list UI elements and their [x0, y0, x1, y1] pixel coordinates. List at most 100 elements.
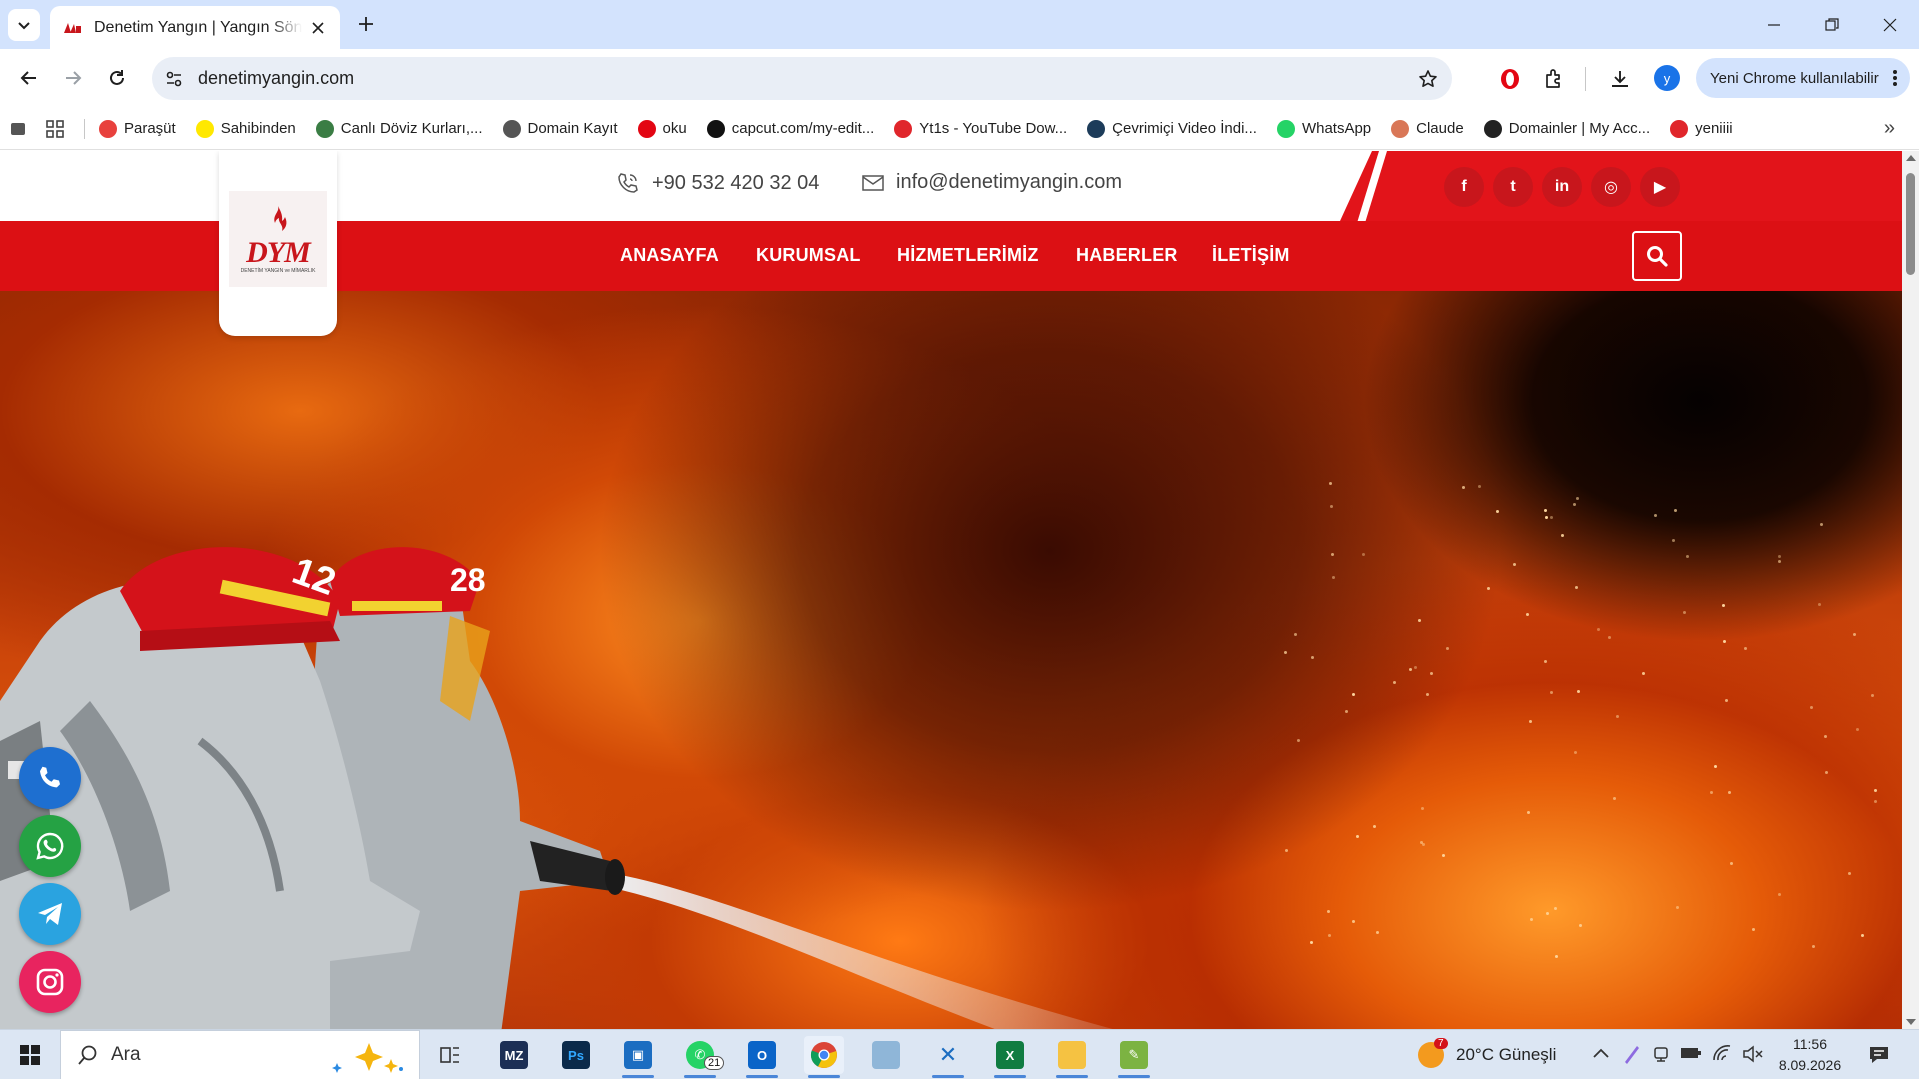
ember-spark	[1310, 940, 1314, 944]
reload-button[interactable]	[102, 63, 132, 93]
floating-telegram-button[interactable]	[19, 883, 81, 945]
weather-text[interactable]: 20°C Güneşli	[1456, 1045, 1556, 1065]
nav-item[interactable]: İLETİŞİM	[1212, 245, 1290, 266]
taskbar-app-mz[interactable]: MZ	[494, 1036, 534, 1074]
app-running-indicator	[622, 1075, 654, 1078]
extensions-puzzle-icon[interactable]	[1538, 63, 1570, 95]
nav-item[interactable]: KURUMSAL	[756, 245, 861, 266]
ember-spark	[1329, 505, 1333, 509]
scroll-down-arrow[interactable]	[1906, 1019, 1916, 1025]
bookmark-item[interactable]: Paraşüt	[99, 119, 176, 138]
new-tab-button[interactable]	[352, 10, 380, 38]
bookmark-item[interactable]: Çevrimiçi Video İndi...	[1087, 119, 1257, 138]
back-button[interactable]	[14, 63, 44, 93]
facebook-icon[interactable]: f	[1444, 167, 1484, 207]
taskbar-clock[interactable]: 11:56 8.09.2026	[1760, 1034, 1860, 1076]
close-window-button[interactable]	[1861, 0, 1919, 49]
floating-phone-button[interactable]	[19, 747, 81, 809]
kebab-menu-icon[interactable]	[1892, 68, 1898, 88]
taskbar-search[interactable]: Ara	[60, 1030, 420, 1079]
forward-button[interactable]	[58, 63, 88, 93]
ember-spark	[1546, 912, 1550, 916]
ember-spark	[1478, 484, 1482, 488]
opera-vpn-extension-icon[interactable]	[1494, 63, 1526, 95]
site-info-icon[interactable]	[156, 61, 192, 97]
youtube-icon[interactable]: ▶	[1640, 167, 1680, 207]
taskbar-app-photoshop[interactable]: Ps	[556, 1036, 596, 1074]
bookmark-star-icon[interactable]	[1410, 61, 1446, 97]
tab-search-button[interactable]	[8, 9, 40, 41]
bookmarks-overflow-icon[interactable]: »	[1884, 117, 1895, 140]
bookmark-item[interactable]: capcut.com/my-edit...	[706, 119, 874, 138]
nav-item[interactable]: HABERLER	[1076, 245, 1178, 266]
restore-button[interactable]	[1803, 0, 1861, 49]
bookmarks-folder-icon[interactable]	[10, 121, 26, 137]
browser-tab-active[interactable]: Denetim Yangın | Yangın Söndürme	[50, 6, 340, 49]
phone-contact[interactable]: +90 532 420 32 04	[616, 171, 819, 195]
bookmark-label: yeniiii	[1695, 120, 1733, 137]
bookmark-item[interactable]: Claude	[1391, 119, 1464, 138]
bookmark-item[interactable]: Sahibinden	[195, 119, 296, 138]
bookmark-item[interactable]: Domain Kayıt	[502, 119, 618, 138]
apps-grid-icon[interactable]	[46, 119, 64, 138]
bookmark-item[interactable]: WhatsApp	[1276, 119, 1371, 138]
scrollbar-thumb[interactable]	[1906, 173, 1915, 275]
wifi-icon[interactable]	[1712, 1044, 1732, 1062]
yt1s-icon	[894, 119, 913, 138]
tab-close-icon[interactable]	[308, 18, 328, 38]
minimize-button[interactable]	[1745, 0, 1803, 49]
notifications-icon[interactable]	[1868, 1045, 1890, 1065]
taskbar-app-tool[interactable]: ✕	[928, 1036, 968, 1078]
taskbar-app-store[interactable]: ▣	[618, 1036, 658, 1078]
bookmark-item[interactable]: Domainler | My Acc...	[1483, 119, 1650, 138]
bookmark-item[interactable]: Canlı Döviz Kurları,...	[315, 119, 483, 138]
outlook-icon: O	[748, 1041, 776, 1069]
battery-icon[interactable]	[1680, 1046, 1702, 1060]
taskbar-app-image-editor[interactable]: ✎	[1114, 1036, 1154, 1078]
instagram-icon[interactable]: ◎	[1591, 167, 1631, 207]
bookmark-item[interactable]: Yt1s - YouTube Dow...	[894, 119, 1067, 138]
taskbar-app-chrome[interactable]	[804, 1036, 844, 1078]
site-search-button[interactable]	[1632, 231, 1682, 281]
page-scrollbar[interactable]	[1902, 151, 1919, 1029]
ember-spark	[1612, 797, 1616, 801]
photoshop-icon: Ps	[562, 1041, 590, 1069]
arrow-left-icon	[20, 71, 36, 85]
nav-item[interactable]: HİZMETLERİMİZ	[897, 245, 1039, 266]
url-text[interactable]: denetimyangin.com	[198, 68, 1410, 89]
floating-whatsapp-button[interactable]	[19, 815, 81, 877]
bookmark-item[interactable]: yeniiii	[1670, 119, 1733, 138]
bookmark-red-icon	[1670, 119, 1689, 138]
ember-spark	[1352, 920, 1356, 924]
twitter-icon[interactable]: t	[1493, 167, 1533, 207]
task-view-icon	[440, 1047, 459, 1063]
ember-spark	[1728, 791, 1732, 795]
phone-text: +90 532 420 32 04	[652, 171, 820, 194]
ember-spark	[1331, 576, 1335, 580]
start-button[interactable]	[10, 1040, 50, 1070]
tray-chevron-up-icon[interactable]	[1592, 1046, 1610, 1060]
floating-instagram-button[interactable]	[19, 951, 81, 1013]
task-view-button[interactable]	[430, 1036, 470, 1074]
taskbar-app-whatsapp[interactable]: ✆ 21	[680, 1036, 725, 1078]
nav-item[interactable]: ANASAYFA	[620, 245, 719, 266]
image-editor-icon: ✎	[1120, 1041, 1148, 1069]
taskbar-app-folder-blue[interactable]	[866, 1036, 906, 1074]
whatsapp-icon	[1276, 119, 1295, 138]
scroll-up-arrow[interactable]	[1906, 155, 1916, 161]
claude-icon	[1391, 119, 1410, 138]
site-logo[interactable]: DYM DENETİM YANGIN ve MİMARLIK	[219, 151, 337, 336]
downloads-icon[interactable]	[1604, 63, 1636, 95]
address-bar[interactable]: denetimyangin.com	[152, 57, 1452, 100]
meet-now-icon[interactable]	[1652, 1044, 1672, 1064]
ember-spark	[1855, 728, 1859, 732]
email-contact[interactable]: info@denetimyangin.com	[862, 171, 1122, 194]
pen-icon[interactable]	[1622, 1043, 1642, 1065]
taskbar-app-outlook[interactable]: O	[742, 1036, 782, 1078]
profile-avatar[interactable]: y	[1654, 65, 1680, 91]
taskbar-app-excel[interactable]: X	[990, 1036, 1030, 1078]
linkedin-icon[interactable]: in	[1542, 167, 1582, 207]
taskbar-app-file-explorer[interactable]	[1052, 1036, 1092, 1078]
chrome-update-chip[interactable]: Yeni Chrome kullanılabilir	[1696, 58, 1910, 98]
bookmark-item[interactable]: oku	[637, 119, 687, 138]
